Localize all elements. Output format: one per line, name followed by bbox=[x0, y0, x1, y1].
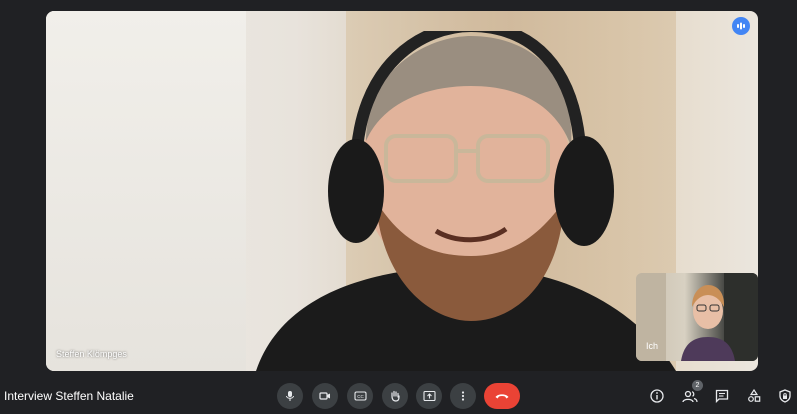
present-button[interactable] bbox=[416, 383, 442, 409]
shield-lock-icon bbox=[779, 389, 791, 403]
mic-icon bbox=[286, 391, 294, 401]
more-vert-icon bbox=[461, 391, 465, 401]
microphone-button[interactable] bbox=[277, 383, 303, 409]
participant-name: Steffen Klömpges bbox=[56, 349, 127, 359]
present-icon bbox=[422, 390, 436, 402]
cc-icon: CC bbox=[353, 391, 367, 401]
people-icon bbox=[682, 390, 698, 403]
host-controls-button[interactable] bbox=[774, 385, 796, 407]
self-label: Ich bbox=[646, 341, 659, 351]
participants-count-badge: 2 bbox=[692, 380, 703, 391]
captions-button[interactable]: CC bbox=[347, 383, 373, 409]
activities-icon bbox=[748, 389, 761, 402]
meeting-title: Interview Steffen Natalie bbox=[4, 389, 134, 403]
info-icon bbox=[650, 389, 664, 403]
leave-call-button[interactable] bbox=[484, 383, 520, 409]
chat-icon bbox=[715, 389, 729, 403]
meeting-details-button[interactable] bbox=[646, 385, 668, 407]
camera-button[interactable] bbox=[312, 383, 338, 409]
raise-hand-button[interactable] bbox=[382, 383, 408, 409]
audio-level-icon bbox=[732, 17, 750, 35]
camera-icon bbox=[319, 392, 330, 400]
participant-video bbox=[256, 31, 676, 371]
self-video-tile[interactable]: Ich bbox=[636, 273, 758, 361]
activities-button[interactable] bbox=[743, 385, 765, 407]
hand-icon bbox=[391, 390, 400, 402]
svg-text:CC: CC bbox=[357, 394, 364, 399]
more-options-button[interactable] bbox=[450, 383, 476, 409]
hangup-icon bbox=[495, 394, 509, 399]
bottom-bar: Interview Steffen Natalie CC 2 bbox=[0, 380, 797, 414]
chat-button[interactable] bbox=[711, 385, 733, 407]
